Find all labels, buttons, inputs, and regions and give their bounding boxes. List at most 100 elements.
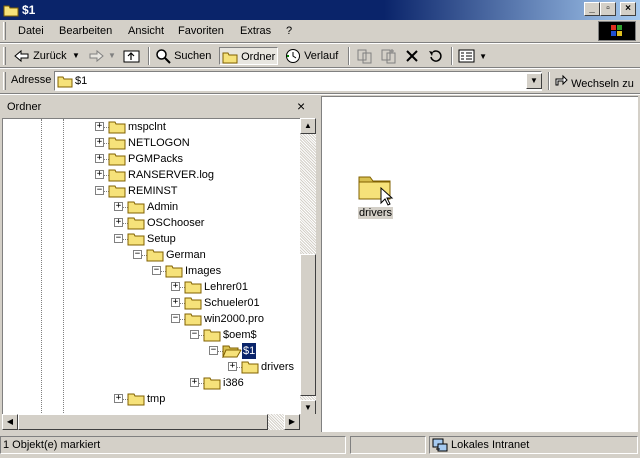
expand-icon[interactable]: +: [171, 298, 180, 307]
tree-item[interactable]: + i386: [3, 375, 300, 391]
collapse-icon[interactable]: −: [171, 314, 180, 323]
folder-pane: Ordner × + mspclnt + NETLOGON + PGMPacks + RANS…: [0, 96, 316, 432]
scroll-left-button[interactable]: ◀: [2, 414, 18, 430]
search-button[interactable]: Suchen: [155, 47, 211, 65]
copy-to-icon: [380, 49, 398, 64]
history-button[interactable]: Verlauf: [285, 47, 338, 65]
collapse-icon[interactable]: −: [152, 266, 161, 275]
views-button[interactable]: ▼: [458, 47, 487, 65]
tree-item[interactable]: + Admin: [3, 199, 300, 215]
forward-dropdown-icon[interactable]: ▼: [108, 47, 116, 65]
go-arrow-icon: [554, 74, 571, 90]
tree-item-label: Lehrer01: [204, 281, 249, 293]
standard-toolbar: Zurück ▼ ▼ Suchen Ordner Verlauf ▼: [0, 44, 640, 68]
address-input[interactable]: $1: [54, 71, 542, 91]
up-folder-icon: [123, 50, 141, 63]
expand-icon[interactable]: +: [95, 122, 104, 131]
folder-icon: [57, 73, 73, 92]
tree-item[interactable]: + Lehrer01: [3, 279, 300, 295]
expand-icon[interactable]: +: [171, 282, 180, 291]
menu-favoriten[interactable]: Favoriten: [178, 25, 224, 37]
hscroll-thumb[interactable]: [18, 414, 268, 430]
tree-item[interactable]: + NETLOGON: [3, 135, 300, 151]
back-dropdown-icon[interactable]: ▼: [72, 47, 80, 65]
collapse-icon[interactable]: −: [133, 250, 142, 259]
folder-icon: [127, 216, 145, 230]
expand-icon[interactable]: +: [95, 138, 104, 147]
tree-item[interactable]: + drivers: [3, 359, 300, 375]
search-icon: [155, 49, 174, 64]
tree-item[interactable]: − $1: [3, 342, 300, 360]
content-pane[interactable]: drivers: [321, 96, 638, 432]
menu-help[interactable]: ?: [286, 25, 292, 37]
move-to-button[interactable]: [356, 47, 374, 65]
address-dropdown-button[interactable]: ▼: [526, 73, 542, 89]
go-label: Wechseln zu: [571, 78, 634, 90]
tree-item-label: German: [166, 249, 206, 261]
scroll-right-button[interactable]: ▶: [284, 414, 300, 430]
expand-icon[interactable]: +: [228, 362, 237, 371]
collapse-icon[interactable]: −: [114, 234, 123, 243]
expand-icon[interactable]: +: [114, 202, 123, 211]
minimize-button[interactable]: _: [584, 2, 600, 16]
tree-item[interactable]: − Setup: [3, 231, 300, 247]
address-bar: Adresse $1 ▼ Wechseln zu: [0, 69, 640, 93]
views-icon: [458, 49, 479, 63]
title-bar[interactable]: $1 _ ▫ ×: [0, 0, 640, 20]
collapse-icon[interactable]: −: [95, 186, 104, 195]
delete-button[interactable]: [404, 47, 420, 65]
tree-item[interactable]: + tmp: [3, 391, 300, 407]
tree-item[interactable]: + mspclnt: [3, 119, 300, 135]
menu-extras[interactable]: Extras: [240, 25, 271, 37]
tree-item[interactable]: + RANSERVER.log: [3, 167, 300, 183]
expand-icon[interactable]: +: [114, 218, 123, 227]
addressbar-grip[interactable]: [3, 72, 6, 90]
views-dropdown-icon: ▼: [479, 52, 487, 61]
tree-item[interactable]: − Images: [3, 263, 300, 279]
back-button[interactable]: Zurück: [14, 47, 67, 65]
toolbar-grip[interactable]: [3, 47, 6, 65]
menu-ansicht[interactable]: Ansicht: [128, 25, 164, 37]
collapse-icon[interactable]: −: [190, 330, 199, 339]
content-item-drivers[interactable]: drivers: [350, 169, 402, 225]
tree-item[interactable]: − REMINST: [3, 183, 300, 199]
tree-item-label: Admin: [147, 201, 179, 213]
up-button[interactable]: [123, 47, 141, 65]
tree-item[interactable]: + PGMPacks: [3, 151, 300, 167]
scroll-up-button[interactable]: ▲: [300, 118, 316, 134]
tree-item[interactable]: + OSChooser: [3, 215, 300, 231]
tree-item[interactable]: − $oem$: [3, 327, 300, 343]
toolbar-separator: [148, 47, 150, 65]
window-title: $1: [22, 3, 36, 17]
scroll-thumb[interactable]: [300, 254, 316, 396]
expand-icon[interactable]: +: [114, 394, 123, 403]
expand-icon[interactable]: +: [95, 170, 104, 179]
expand-icon[interactable]: +: [95, 154, 104, 163]
forward-button[interactable]: [88, 47, 104, 65]
folders-label: Ordner: [241, 51, 276, 63]
tree-item[interactable]: + Schueler01: [3, 295, 300, 311]
undo-button[interactable]: [427, 47, 445, 65]
copy-to-button[interactable]: [380, 47, 398, 65]
collapse-icon[interactable]: −: [209, 346, 218, 355]
close-button[interactable]: ×: [620, 2, 636, 16]
close-pane-icon[interactable]: ×: [297, 98, 305, 114]
menubar-grip[interactable]: [3, 22, 6, 40]
toolbar-separator: [348, 47, 350, 65]
tree-item-label: drivers: [261, 361, 295, 373]
tree-item-label: mspclnt: [128, 121, 166, 133]
menu-datei[interactable]: Datei: [18, 25, 44, 37]
menu-bearbeiten[interactable]: Bearbeiten: [59, 25, 112, 37]
tree-item[interactable]: − win2000.pro: [3, 311, 300, 327]
go-button[interactable]: Wechseln zu: [554, 73, 634, 90]
tree-vertical-scrollbar[interactable]: ▲ ▼: [300, 118, 316, 416]
tree-item-label: win2000.pro: [204, 313, 264, 325]
tree-item-label: OSChooser: [147, 217, 205, 229]
back-label: Zurück: [33, 50, 67, 62]
folder-icon: [241, 360, 259, 374]
tree-horizontal-scrollbar[interactable]: ◀ ▶: [2, 414, 300, 430]
tree-item[interactable]: − German: [3, 247, 300, 263]
maximize-button[interactable]: ▫: [600, 2, 616, 16]
expand-icon[interactable]: +: [190, 378, 199, 387]
folders-button[interactable]: Ordner: [219, 47, 279, 65]
